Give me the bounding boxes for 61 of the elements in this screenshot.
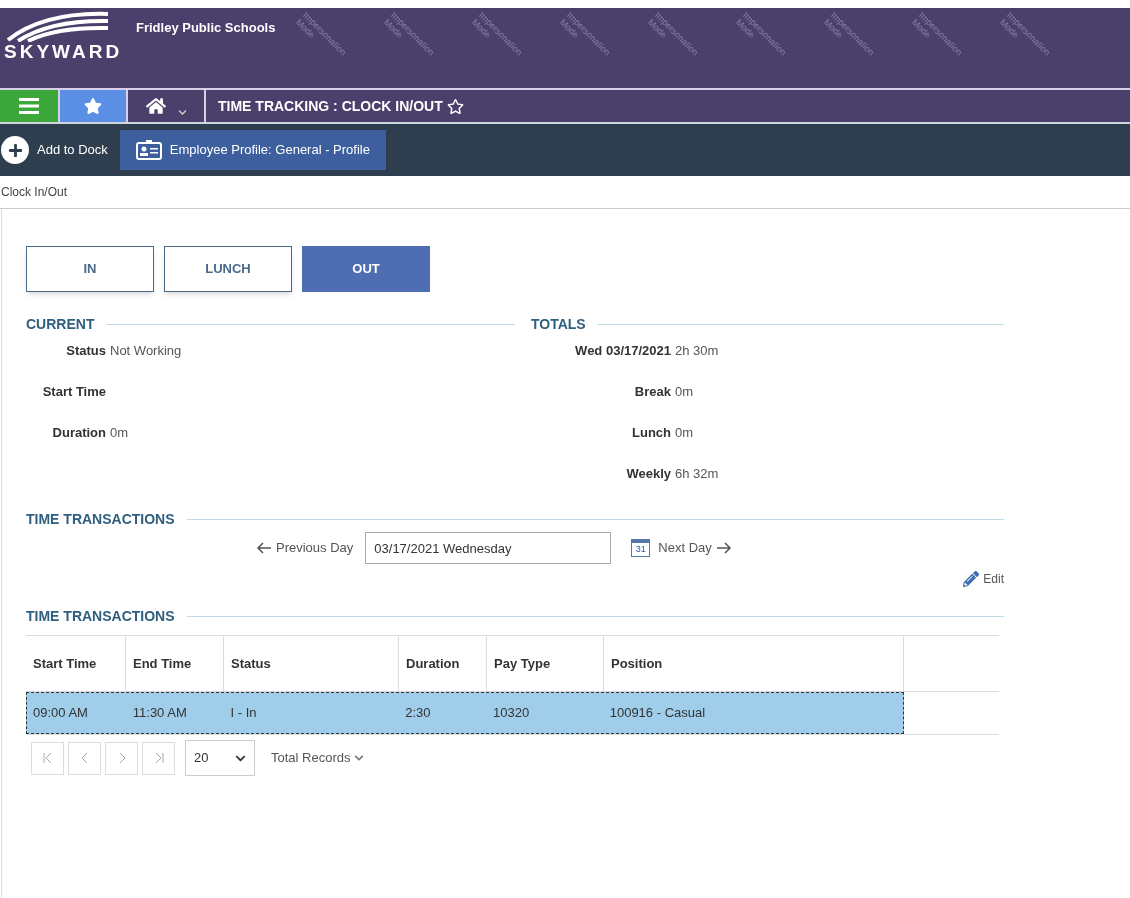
field-label: Duration	[51, 424, 106, 442]
field-value: 0m	[675, 424, 694, 442]
previous-day-link[interactable]: Previous Day	[256, 538, 354, 558]
calendar-icon[interactable]: 31	[631, 539, 651, 557]
column-header: Pay Type	[487, 636, 604, 691]
field-value: 6h 32m	[675, 465, 719, 483]
section-heading: TIME TRANSACTIONS	[26, 607, 175, 626]
table-cell-text: 10320	[491, 704, 531, 723]
field-value: Not Working	[110, 342, 182, 360]
clock-button[interactable]: LUNCH	[164, 246, 292, 292]
table-cell-text: I - In	[229, 704, 258, 723]
field-label: Start Time	[41, 383, 106, 401]
column-header: Start Time	[26, 636, 126, 691]
logo-arcs-icon	[4, 10, 108, 42]
menu-icon	[19, 97, 39, 115]
breadcrumb: Clock In/Out	[1, 184, 68, 201]
total-records-toggle[interactable]: Total Records	[271, 748, 365, 768]
star-icon[interactable]	[446, 97, 464, 115]
date-field[interactable]: 03/17/2021 Wednesday	[365, 532, 612, 564]
column-header: Status	[224, 636, 399, 691]
dock-item[interactable]: Employee Profile: General - Profile	[119, 130, 386, 170]
left-arrow-icon	[256, 542, 272, 554]
caret-icon	[177, 107, 187, 117]
district-name: Fridley Public Schools	[136, 19, 276, 37]
clock-button[interactable]: IN	[26, 246, 154, 292]
table-row[interactable]: 09:00 AM 11:30 AM I - In 2:30 10320 100916 - Casual	[26, 692, 904, 734]
field-value: 2h 30m	[675, 342, 719, 360]
add-to-dock-button[interactable]: Add to Dock	[0, 136, 108, 164]
section-heading: TOTALS	[531, 315, 586, 334]
logo-text: SKYWARD	[4, 42, 123, 61]
field-value: 0m	[675, 383, 694, 401]
section-heading: CURRENT	[26, 315, 95, 334]
next-day-link[interactable]: Next Day	[658, 538, 732, 558]
home-icon	[145, 96, 166, 116]
star-icon	[84, 97, 102, 115]
section-heading: TIME TRANSACTIONS	[26, 510, 175, 529]
page-size-select[interactable]: 20	[185, 740, 255, 776]
clock-button[interactable]: OUT	[302, 246, 430, 292]
prev-page-icon	[79, 752, 90, 764]
field-value: 0m	[110, 424, 129, 442]
last-page-icon	[153, 752, 164, 764]
table-cell-text: 2:30	[404, 704, 432, 723]
pencil-icon	[963, 571, 980, 587]
field-label: Status	[65, 342, 106, 360]
right-arrow-icon	[715, 542, 732, 554]
table-cell-text: 09:00 AM	[32, 704, 89, 723]
field-label: Weekly	[625, 465, 671, 483]
column-header: Duration	[399, 636, 487, 691]
id-card-icon	[135, 140, 162, 160]
column-header: Position	[604, 636, 904, 691]
first-page-icon	[42, 752, 53, 764]
field-label: Lunch	[631, 424, 671, 442]
table-cell-text: 11:30 AM	[131, 704, 188, 723]
page-title: TIME TRACKING : CLOCK IN/OUT	[218, 96, 443, 116]
edit-button[interactable]: Edit	[963, 570, 1004, 588]
column-header: End Time	[126, 636, 224, 691]
table-cell-text: 100916 - Casual	[608, 704, 707, 723]
field-label: Wed 03/17/2021	[574, 342, 671, 360]
menu-button[interactable]	[0, 90, 60, 122]
caret-icon	[354, 753, 365, 763]
field-label: Break	[633, 383, 671, 401]
